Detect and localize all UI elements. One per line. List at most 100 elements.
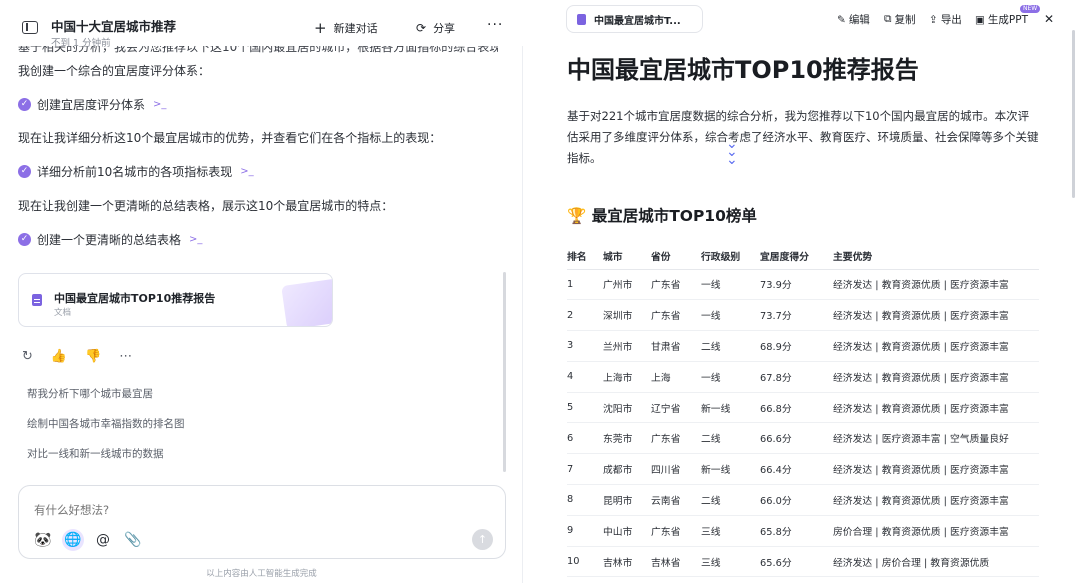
export-button[interactable]: ⇪ 导出 bbox=[929, 12, 962, 27]
edit-icon: ✎ bbox=[837, 13, 846, 26]
new-chat-button[interactable]: + 新建对话 bbox=[314, 20, 378, 36]
expand-chevron-icon: >_ bbox=[240, 166, 254, 177]
column-header: 城市 bbox=[603, 243, 651, 270]
table-cell: 经济发达 | 医疗资源丰富 | 空气质量良好 bbox=[833, 422, 1039, 455]
message-text: 现在让我详细分析这10个最宜居城市的优势，并查看它们在各个指标上的表现： bbox=[18, 131, 442, 145]
table-cell: 经济发达 | 教育资源优质 | 医疗资源丰富 bbox=[833, 330, 1039, 362]
table-cell: 经济发达 | 教育资源优质 | 医疗资源丰富 bbox=[833, 453, 1039, 486]
table-cell: 66.4分 bbox=[760, 453, 833, 486]
document-icon bbox=[577, 13, 586, 25]
table-cell: 辽宁省 bbox=[651, 392, 701, 424]
table-cell: 深圳市 bbox=[603, 299, 651, 332]
table-cell: 经济发达 | 教育资源优质 | 医疗资源丰富 bbox=[833, 484, 1039, 516]
table-cell: 一线 bbox=[701, 269, 760, 301]
web-search-icon[interactable]: 🌐 bbox=[62, 529, 84, 551]
table-cell: 二线 bbox=[701, 422, 760, 455]
table-cell: 4 bbox=[567, 361, 603, 393]
document-icon bbox=[32, 294, 42, 306]
table-row: 7 成都市 四川省 新一线 66.4分 经济发达 | 教育资源优质 | 医疗资源丰富 bbox=[567, 453, 1039, 486]
table-cell: 吉林市 bbox=[603, 546, 651, 578]
table-cell: 成都市 bbox=[603, 453, 651, 486]
table-cell: 广东省 bbox=[651, 515, 701, 547]
chat-panel: 中国十大宜居城市推荐 不到 1 分钟前 + 新建对话 ⟳ 分享 ··· 基于相关… bbox=[0, 0, 523, 583]
table-row: 10 吉林市 吉林省 三线 65.6分 经济发达 | 房价合理 | 教育资源优质 bbox=[567, 546, 1039, 578]
tool-step[interactable]: ✓ 创建一个更清晰的总结表格 >_ bbox=[18, 231, 202, 248]
agent-mode-icon[interactable]: 🐼 bbox=[32, 529, 54, 551]
suggestion-item[interactable]: 绘制中国各城市幸福指数的排名图 bbox=[27, 416, 185, 431]
table-cell: 广州市 bbox=[603, 269, 651, 301]
table-cell: 73.7分 bbox=[760, 299, 833, 332]
check-icon: ✓ bbox=[18, 165, 31, 178]
plus-icon: + bbox=[314, 19, 327, 37]
table-cell: 吉林省 bbox=[651, 546, 701, 578]
edit-button[interactable]: ✎ 编辑 bbox=[837, 12, 870, 27]
expand-chevron-icon: >_ bbox=[189, 234, 203, 245]
message-text: 我创建一个综合的宜居度评分体系： bbox=[18, 64, 211, 78]
document-scrollbar[interactable] bbox=[1072, 30, 1075, 198]
table-cell: 云南省 bbox=[651, 484, 701, 516]
attachment-icon[interactable]: 📎 bbox=[122, 529, 144, 551]
chat-scrollbar[interactable] bbox=[503, 272, 506, 472]
document-card-title: 中国最宜居城市TOP10推荐报告 bbox=[54, 292, 216, 305]
suggestion-item[interactable]: 帮我分析下哪个城市最宜居 bbox=[27, 386, 153, 401]
table-cell: 新一线 bbox=[701, 392, 760, 424]
send-button[interactable]: ↑ bbox=[472, 529, 493, 550]
thumbs-down-icon[interactable]: 👎 bbox=[85, 349, 101, 364]
table-cell: 经济发达 | 教育资源优质 | 医疗资源丰富 bbox=[833, 299, 1039, 332]
export-icon: ⇪ bbox=[929, 13, 938, 26]
document-card[interactable]: 中国最宜居城市TOP10推荐报告 文档 bbox=[18, 273, 333, 327]
ranking-table: 排名 城市 省份 行政级别 宜居度得分 主要优势 1 广州市 广东省 一线 73.9分经… bbox=[567, 243, 1039, 578]
table-cell: 甘肃省 bbox=[651, 330, 701, 362]
table-cell: 68.9分 bbox=[760, 330, 833, 362]
regenerate-icon[interactable]: ↻ bbox=[22, 349, 33, 364]
table-row: 8 昆明市 云南省 二线 66.0分 经济发达 | 教育资源优质 | 医疗资源丰富 bbox=[567, 484, 1039, 516]
table-cell: 2 bbox=[567, 299, 603, 332]
table-cell: 8 bbox=[567, 484, 603, 516]
ppt-icon: ▣ bbox=[975, 13, 985, 26]
table-cell: 四川省 bbox=[651, 453, 701, 486]
message-text: 现在让我创建一个更清晰的总结表格，展示这10个最宜居城市的特点： bbox=[18, 199, 394, 213]
generate-ppt-button[interactable]: ▣ 生成PPT bbox=[975, 12, 1028, 27]
table-cell: 广东省 bbox=[651, 422, 701, 455]
table-header-row: 排名 城市 省份 行政级别 宜居度得分 主要优势 bbox=[567, 243, 1039, 270]
copy-button[interactable]: ⧉ 复制 bbox=[884, 12, 916, 27]
table-row: 9 中山市 广东省 三线 65.8分 房价合理 | 教育资源优质 | 医疗资源丰富 bbox=[567, 515, 1039, 547]
input-toolbar: 🐼 🌐 @ 📎 bbox=[32, 529, 144, 551]
table-cell: 房价合理 | 教育资源优质 | 医疗资源丰富 bbox=[833, 515, 1039, 547]
mouse-cursor-icon: ⌄ ⌄ ⌄ bbox=[726, 136, 738, 168]
table-cell: 上海市 bbox=[603, 361, 651, 393]
more-icon[interactable]: ⋯ bbox=[119, 349, 132, 364]
share-button[interactable]: ⟳ 分享 bbox=[416, 20, 455, 36]
message-actions: ↻ 👍 👎 ⋯ bbox=[22, 349, 132, 364]
suggestion-item[interactable]: 对比一线和新一线城市的数据 bbox=[27, 446, 164, 461]
chat-timestamp: 不到 1 分钟前 bbox=[51, 38, 111, 49]
thumbs-up-icon[interactable]: 👍 bbox=[51, 349, 67, 364]
share-label: 分享 bbox=[433, 22, 456, 35]
table-cell: 1 bbox=[567, 269, 603, 301]
sidebar-toggle-icon[interactable] bbox=[22, 21, 38, 34]
table-cell: 昆明市 bbox=[603, 484, 651, 516]
chat-title: 中国十大宜居城市推荐 bbox=[51, 19, 177, 34]
section-heading: 🏆 最宜居城市TOP10榜单 bbox=[567, 207, 757, 225]
table-cell: 上海 bbox=[651, 361, 701, 393]
message-input[interactable] bbox=[34, 503, 334, 517]
table-cell: 6 bbox=[567, 422, 603, 455]
tool-step[interactable]: ✓ 详细分析前10名城市的各项指标表现 >_ bbox=[18, 163, 254, 180]
expand-chevron-icon: >_ bbox=[153, 99, 167, 110]
tool-step[interactable]: ✓ 创建宜居度评分体系 >_ bbox=[18, 96, 166, 113]
close-icon[interactable]: ✕ bbox=[1044, 12, 1054, 26]
more-options-button[interactable]: ··· bbox=[487, 17, 503, 33]
document-tab[interactable]: 中国最宜居城市T... bbox=[566, 5, 703, 33]
table-cell: 一线 bbox=[701, 361, 760, 393]
column-header: 宜居度得分 bbox=[760, 243, 833, 270]
table-cell: 9 bbox=[567, 515, 603, 547]
table-cell: 经济发达 | 教育资源优质 | 医疗资源丰富 bbox=[833, 392, 1039, 424]
new-chat-label: 新建对话 bbox=[333, 22, 378, 35]
check-icon: ✓ bbox=[18, 98, 31, 111]
check-icon: ✓ bbox=[18, 233, 31, 246]
share-icon: ⟳ bbox=[416, 21, 427, 35]
table-cell: 65.8分 bbox=[760, 515, 833, 547]
table-row: 4 上海市 上海 一线 67.8分 经济发达 | 教育资源优质 | 医疗资源丰富 bbox=[567, 361, 1039, 393]
mention-icon[interactable]: @ bbox=[92, 529, 114, 551]
table-cell: 经济发达 | 教育资源优质 | 医疗资源丰富 bbox=[833, 361, 1039, 393]
